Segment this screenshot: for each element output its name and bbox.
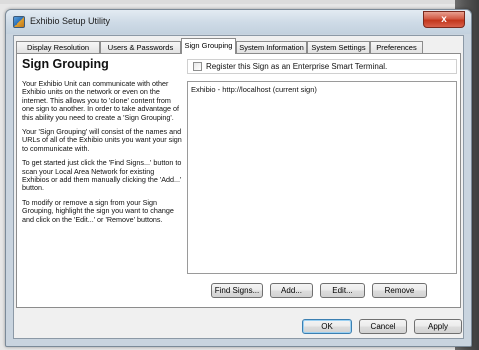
cancel-button[interactable]: Cancel <box>359 319 407 334</box>
sign-grouping-panel: Sign Grouping Your Exhibio Unit can comm… <box>16 53 461 308</box>
tab-preferences[interactable]: Preferences <box>370 41 423 53</box>
window-title: Exhibio Setup Utility <box>30 16 111 26</box>
help-paragraph: To get started just click the 'Find Sign… <box>22 158 182 193</box>
remove-button[interactable]: Remove <box>372 283 427 298</box>
tab-system-settings[interactable]: System Settings <box>307 41 370 53</box>
tab-strip: Display Resolution Users & Passwords Sig… <box>16 38 461 54</box>
title-bar[interactable]: Exhibio Setup Utility x <box>6 10 471 34</box>
page-title: Sign Grouping <box>22 57 109 71</box>
help-text: Your Exhibio Unit can communicate with o… <box>22 79 182 230</box>
list-item[interactable]: Exhibio - http://localhost (current sign… <box>191 85 317 94</box>
close-button[interactable]: x <box>423 11 465 28</box>
desktop-background <box>0 0 479 4</box>
help-paragraph: Your Exhibio Unit can communicate with o… <box>22 79 180 122</box>
sign-grouping-list[interactable]: Exhibio - http://localhost (current sign… <box>187 81 457 274</box>
register-checkbox[interactable] <box>193 62 202 71</box>
apply-button[interactable]: Apply <box>414 319 462 334</box>
tab-system-information[interactable]: System Information <box>236 41 307 53</box>
help-paragraph: Your 'Sign Grouping' will consist of the… <box>22 127 182 153</box>
find-signs-button[interactable]: Find Signs... <box>211 283 263 298</box>
client-area: Display Resolution Users & Passwords Sig… <box>13 35 464 339</box>
register-label[interactable]: Register this Sign as an Enterprise Smar… <box>206 62 387 71</box>
tab-display-resolution[interactable]: Display Resolution <box>16 41 100 53</box>
tab-sign-grouping[interactable]: Sign Grouping <box>181 38 236 54</box>
help-paragraph: To modify or remove a sign from your Sig… <box>22 197 174 224</box>
app-icon <box>13 16 25 28</box>
edit-button[interactable]: Edit... <box>320 283 365 298</box>
register-option: Register this Sign as an Enterprise Smar… <box>187 59 457 74</box>
tab-users-passwords[interactable]: Users & Passwords <box>100 41 181 53</box>
ok-button[interactable]: OK <box>302 319 352 334</box>
add-button[interactable]: Add... <box>270 283 313 298</box>
setup-window: Exhibio Setup Utility x Display Resoluti… <box>5 9 472 347</box>
